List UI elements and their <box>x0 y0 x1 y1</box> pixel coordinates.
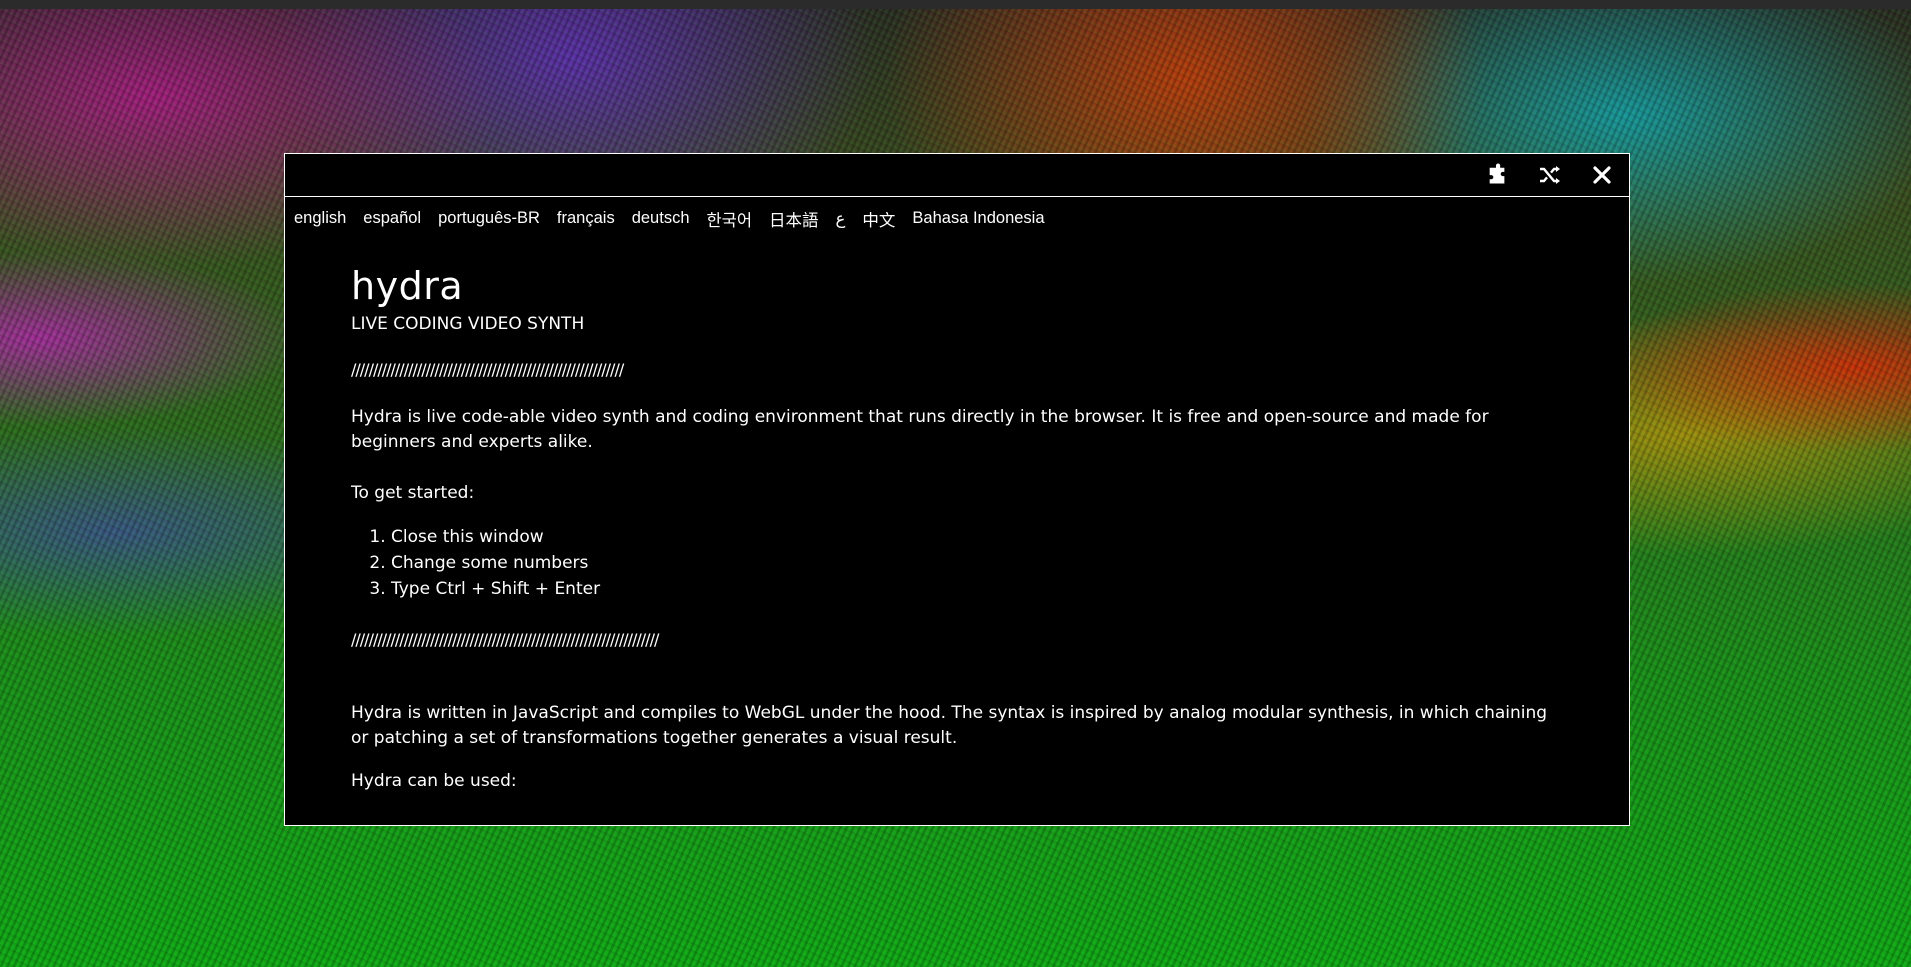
lang-espanol[interactable]: español <box>363 209 421 228</box>
lang-korean[interactable]: 한국어 <box>707 207 753 231</box>
page-title: hydra <box>351 264 464 308</box>
window-header <box>285 154 1629 197</box>
usage-label: Hydra can be used: <box>351 771 517 791</box>
puzzle-icon-svg <box>1489 163 1505 184</box>
lang-japanese[interactable]: 日本語 <box>769 207 819 231</box>
close-icon-svg <box>1593 166 1611 184</box>
close-icon[interactable] <box>1587 160 1617 190</box>
shuffle-icon[interactable] <box>1535 160 1565 190</box>
puzzle-icon[interactable] <box>1483 160 1513 190</box>
language-bar: english español português-BR français de… <box>285 197 1629 232</box>
lang-bahasa-indonesia[interactable]: Bahasa Indonesia <box>912 209 1044 228</box>
lang-english[interactable]: english <box>294 209 346 228</box>
step-item: Close this window <box>391 524 1563 550</box>
lang-arabic[interactable]: ع <box>836 209 846 229</box>
step-item: Change some numbers <box>391 550 1563 576</box>
lang-chinese[interactable]: 中文 <box>862 207 895 231</box>
info-content: hydra LIVE CODING VIDEO SYNTH //////////… <box>285 232 1629 794</box>
lang-portugues-br[interactable]: português-BR <box>438 209 540 228</box>
description-paragraph: Hydra is written in JavaScript and compi… <box>351 703 1548 748</box>
getting-started-label: To get started: <box>351 483 475 503</box>
top-code-strip <box>0 0 1911 9</box>
slash-divider-1: ////////////////////////////////////////… <box>351 360 624 379</box>
step-item: Type Ctrl + Shift + Enter <box>391 576 1563 602</box>
slash-divider-2: ////////////////////////////////////////… <box>351 630 659 649</box>
lang-deutsch[interactable]: deutsch <box>632 209 690 228</box>
shuffle-icon-svg <box>1540 166 1560 184</box>
lang-francais[interactable]: français <box>557 209 615 228</box>
page-subtitle: LIVE CODING VIDEO SYNTH <box>351 314 585 334</box>
info-window: english español português-BR français de… <box>284 153 1630 826</box>
intro-paragraph: Hydra is live code-able video synth and … <box>351 407 1489 452</box>
getting-started-steps: Close this window Change some numbers Ty… <box>351 524 1563 602</box>
